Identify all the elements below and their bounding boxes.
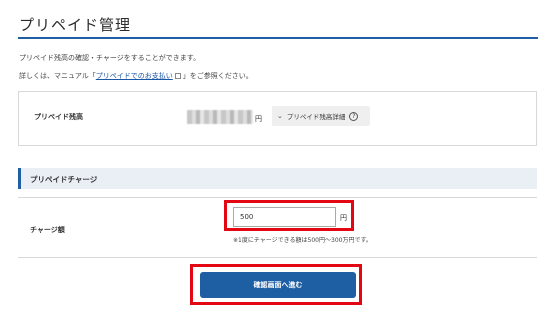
balance-panel: プリペイド残高 円 ⌄ プリペイド残高詳細 ? <box>18 91 537 146</box>
balance-detail-button[interactable]: ⌄ プリペイド残高詳細 ? <box>272 106 370 126</box>
chevron-down-icon: ⌄ <box>277 112 283 120</box>
charge-amount-note: ※1度にチャージできる額は500円〜300万円です。 <box>233 237 372 244</box>
manual-reference-text: 詳しくは、マニュアル「プリペイドでのお支払い 」をご参照ください。 <box>19 71 253 81</box>
intro-text: プリペイド残高の確認・チャージをすることができます。 <box>19 54 201 62</box>
confirm-button[interactable]: 確認画面へ進む <box>200 272 356 298</box>
manual-link[interactable]: プリペイドでのお支払い <box>96 72 173 80</box>
balance-detail-label: プリペイド残高詳細 <box>286 113 346 121</box>
manual-suffix: 」をご参照ください。 <box>182 72 253 80</box>
charge-divider-top <box>18 197 537 198</box>
charge-divider-bottom <box>18 257 537 258</box>
balance-currency: 円 <box>255 115 262 123</box>
balance-amount-masked <box>187 110 253 124</box>
manual-prefix: 詳しくは、マニュアル「 <box>19 72 96 80</box>
charge-section-header: プリペイドチャージ <box>18 168 537 189</box>
balance-label: プリペイド残高 <box>34 113 83 121</box>
title-divider <box>18 37 538 39</box>
charge-amount-unit: 円 <box>340 214 347 222</box>
charge-section-title: プリペイドチャージ <box>30 175 98 184</box>
external-link-icon <box>174 73 181 79</box>
help-circle-icon[interactable]: ? <box>349 111 359 121</box>
page-title: プリペイド管理 <box>19 16 132 34</box>
charge-amount-input[interactable] <box>233 207 336 227</box>
charge-amount-label: チャージ額 <box>30 226 65 234</box>
